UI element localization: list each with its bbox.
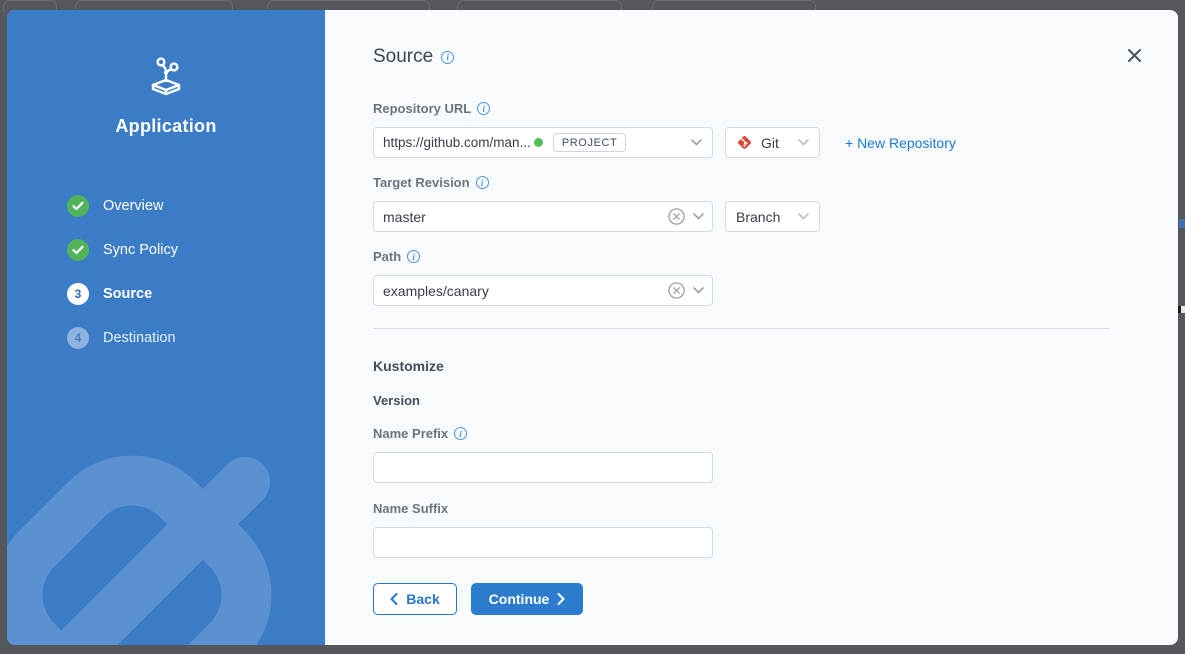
chevron-right-icon — [557, 593, 565, 605]
wizard-steps: Overview Sync Policy 3 Source 4 Destinat… — [67, 184, 178, 360]
step-label: Source — [103, 286, 152, 302]
chevron-down-icon — [798, 213, 809, 220]
chevron-down-icon — [691, 139, 702, 146]
check-icon — [67, 195, 89, 217]
chevron-left-icon — [390, 593, 398, 605]
step-label: Sync Policy — [103, 242, 178, 258]
repository-type-select[interactable]: Git — [725, 127, 820, 158]
back-button[interactable]: Back — [373, 583, 457, 615]
project-badge: PROJECT — [553, 133, 627, 152]
info-icon[interactable]: i — [477, 102, 490, 115]
step-number-badge: 4 — [67, 327, 89, 349]
chevron-down-icon — [693, 287, 704, 294]
target-revision-label: Target Revision i — [373, 175, 1133, 190]
info-icon[interactable]: i — [476, 176, 489, 189]
revision-type-value: Branch — [736, 209, 780, 225]
clear-icon[interactable] — [668, 208, 685, 225]
chevron-down-icon — [798, 139, 809, 146]
wizard-title: Application — [7, 116, 325, 137]
name-prefix-label: Name Prefix i — [373, 426, 1133, 441]
source-form-panel: Source i Repository URL i https://github… — [325, 10, 1178, 645]
wizard-sidebar: Application Overview Sync Policy 3 Sourc… — [7, 10, 325, 645]
name-suffix-input[interactable] — [373, 527, 713, 558]
repository-url-value: https://github.com/man... — [383, 135, 531, 150]
step-label: Overview — [103, 198, 163, 214]
clear-icon[interactable] — [668, 282, 685, 299]
version-label: Version — [373, 393, 1133, 408]
info-icon[interactable]: i — [407, 250, 420, 263]
git-icon — [736, 134, 753, 151]
page-title-text: Source — [373, 46, 433, 68]
continue-button[interactable]: Continue — [471, 583, 583, 615]
section-divider — [373, 328, 1110, 329]
step-number-badge: 3 — [67, 283, 89, 305]
name-suffix-label: Name Suffix — [373, 501, 1133, 516]
new-repository-link[interactable]: + New Repository — [845, 135, 956, 151]
info-icon[interactable]: i — [454, 427, 467, 440]
repository-type-value: Git — [761, 135, 779, 151]
connection-status-dot — [534, 138, 543, 147]
application-icon — [143, 56, 189, 100]
path-label: Path i — [373, 249, 1133, 264]
step-sync-policy[interactable]: Sync Policy — [67, 228, 178, 272]
step-source[interactable]: 3 Source — [67, 272, 178, 316]
name-prefix-input[interactable] — [373, 452, 713, 483]
new-application-panel: Application Overview Sync Policy 3 Sourc… — [7, 10, 1178, 645]
revision-type-select[interactable]: Branch — [725, 201, 820, 232]
continue-button-label: Continue — [489, 591, 550, 607]
info-icon[interactable]: i — [441, 51, 454, 64]
kustomize-section-title: Kustomize — [373, 358, 1133, 374]
path-input[interactable] — [373, 275, 713, 306]
target-revision-input[interactable] — [373, 201, 713, 232]
back-button-label: Back — [406, 591, 439, 607]
check-icon — [67, 239, 89, 261]
repository-url-select[interactable]: https://github.com/man... PROJECT — [373, 127, 713, 158]
chevron-down-icon — [693, 213, 704, 220]
background-artifact — [1179, 219, 1185, 228]
step-label: Destination — [103, 330, 176, 346]
background-artifact — [1178, 306, 1185, 313]
page-title: Source i — [373, 46, 1133, 68]
step-overview[interactable]: Overview — [67, 184, 178, 228]
step-destination[interactable]: 4 Destination — [67, 316, 178, 360]
repository-url-label: Repository URL i — [373, 101, 1133, 116]
